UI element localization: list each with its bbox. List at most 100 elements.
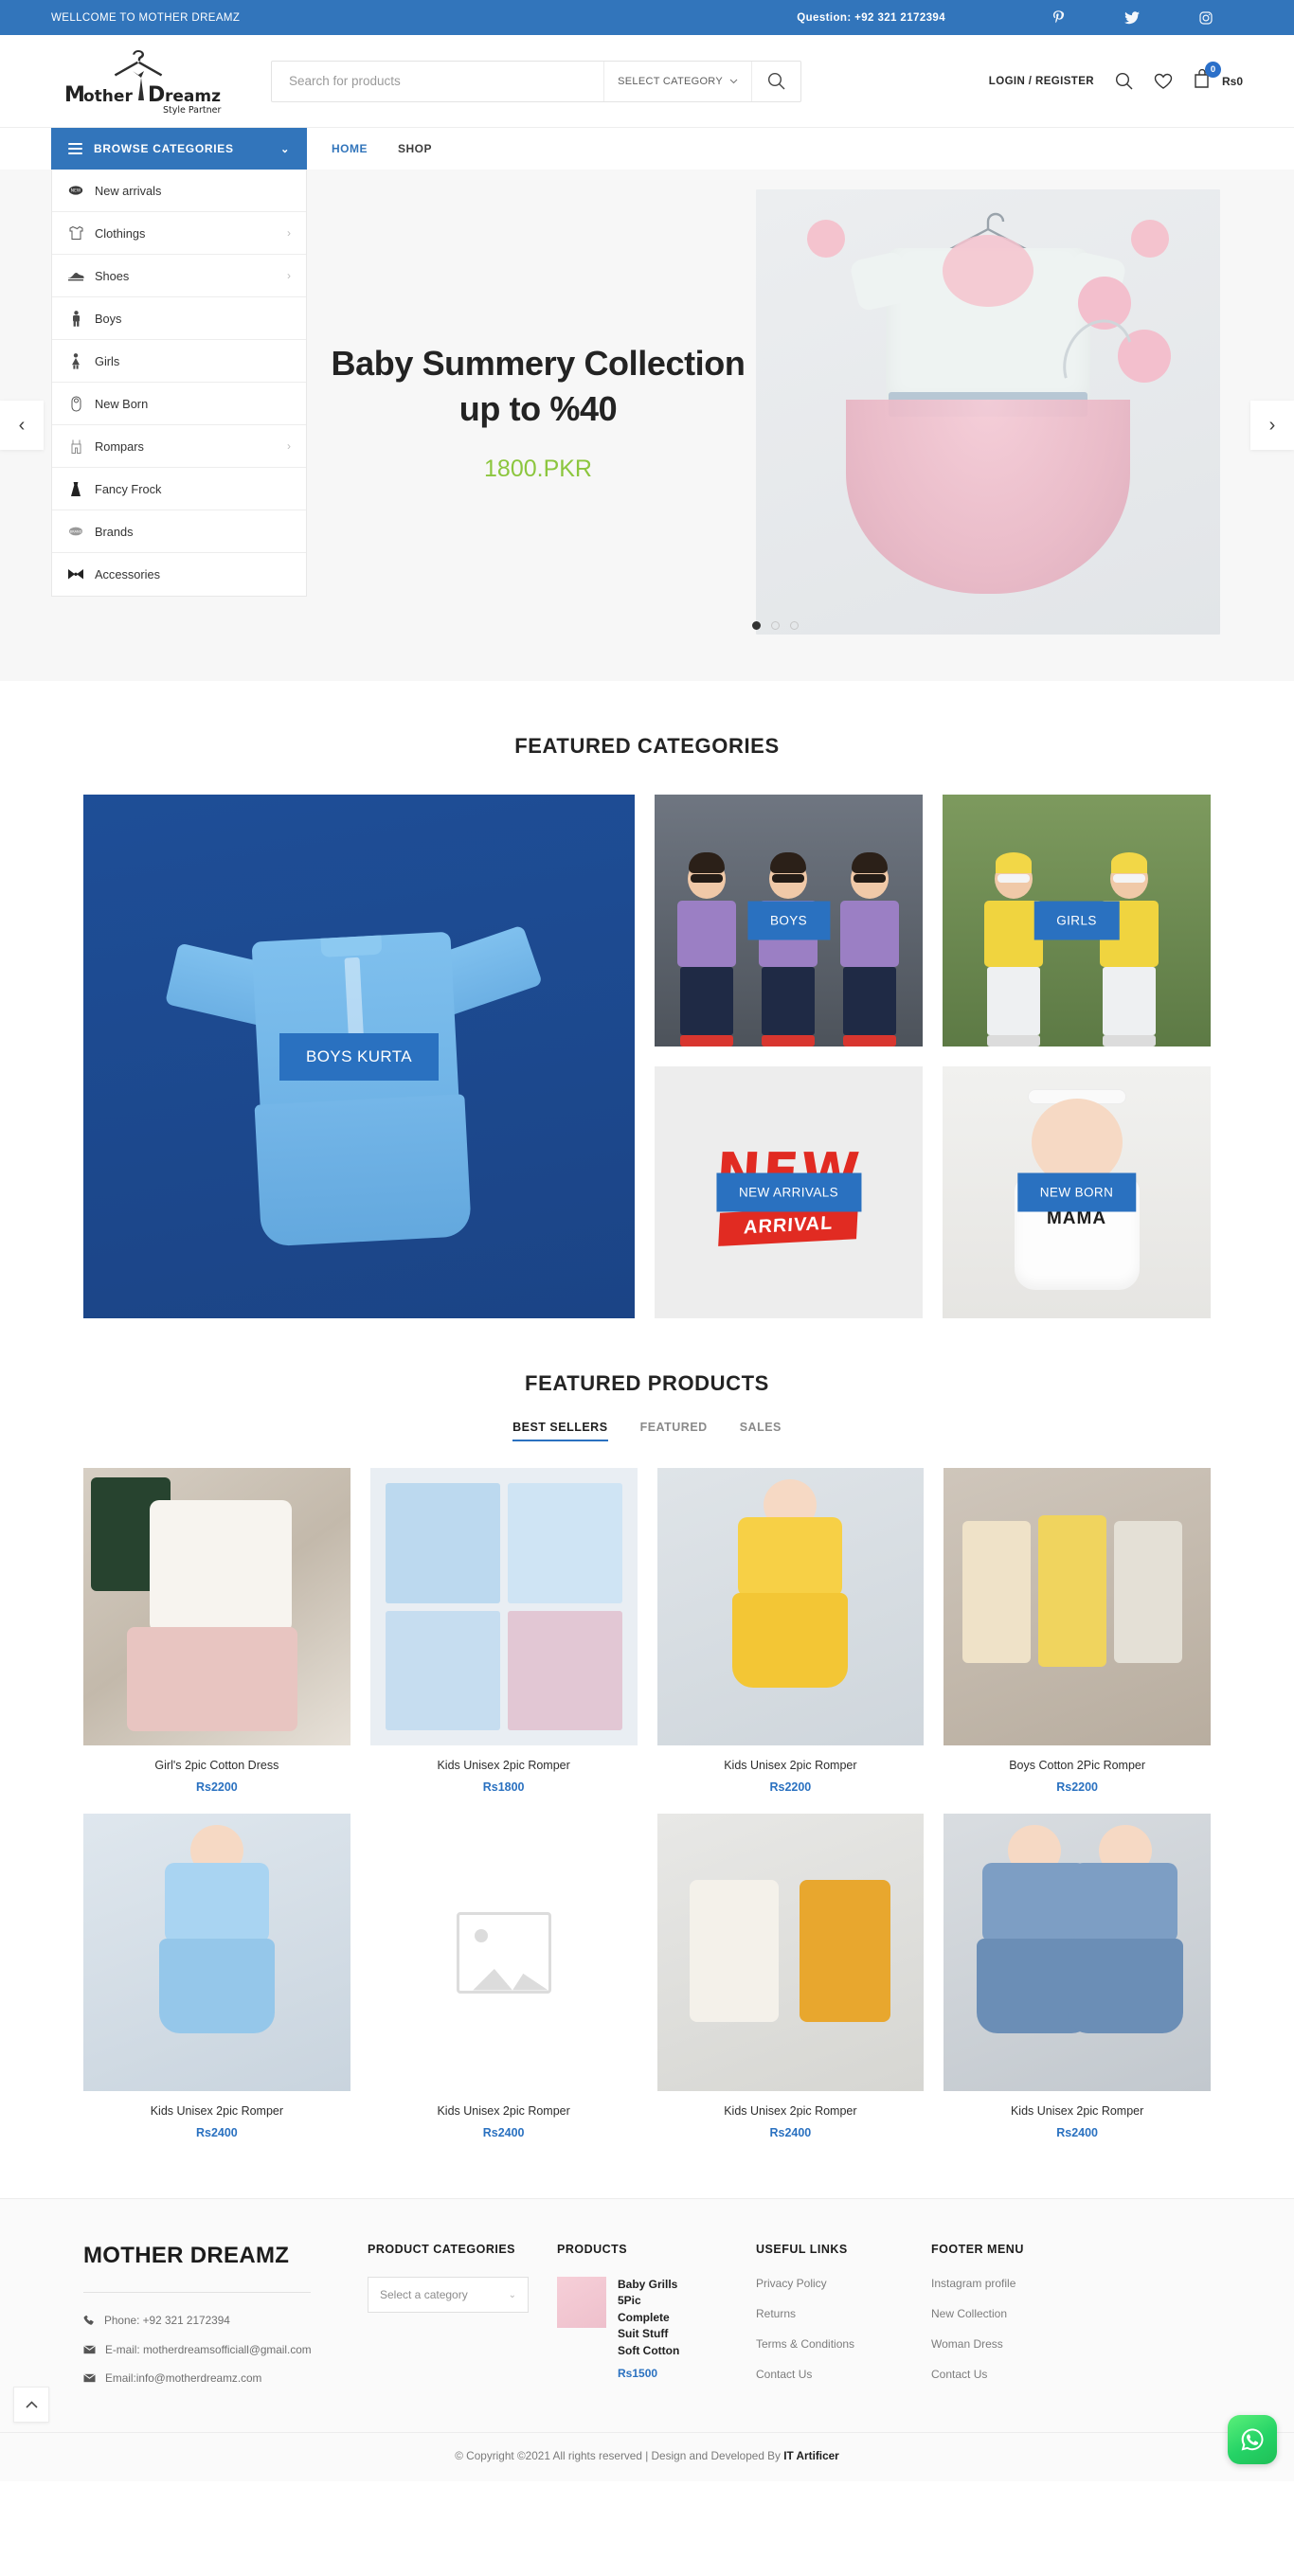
- site-logo[interactable]: M other D reamz Style Partner: [51, 46, 231, 116]
- search-category-select[interactable]: SELECT CATEGORY: [603, 61, 751, 101]
- featured-category-new-born[interactable]: MAMA NEW BORN: [943, 1066, 1211, 1318]
- hero-dot-3[interactable]: [789, 621, 799, 630]
- footer-menu-contact-us[interactable]: Contact Us: [931, 2368, 1102, 2381]
- tab-sales[interactable]: SALES: [740, 1421, 782, 1441]
- product-name: Kids Unisex 2pic Romper: [724, 1759, 857, 1772]
- footer-menu-new-collection[interactable]: New Collection: [931, 2307, 1102, 2320]
- category-label: Shoes: [95, 268, 130, 283]
- product-card[interactable]: Girl's 2pic Cotton Dress Rs2200: [83, 1468, 350, 1794]
- featured-category-new-arrivals[interactable]: NEW ARRIVAL NEW ARRIVALS: [655, 1066, 923, 1318]
- search-icon: [767, 72, 785, 90]
- featured-category-boys[interactable]: BOYS: [655, 795, 923, 1046]
- product-name: Kids Unisex 2pic Romper: [437, 2104, 570, 2118]
- category-item-clothings[interactable]: Clothings ›: [52, 212, 306, 255]
- category-item-new-born[interactable]: New Born: [52, 383, 306, 425]
- instagram-icon[interactable]: [1169, 10, 1243, 25]
- category-item-rompars[interactable]: Rompars ›: [52, 425, 306, 468]
- boy-figure-2: [753, 852, 823, 1046]
- whatsapp-button[interactable]: [1228, 2415, 1277, 2464]
- scroll-to-top-button[interactable]: [13, 2387, 49, 2423]
- wishlist-heart-icon[interactable]: [1154, 73, 1173, 90]
- featured-category-label: BOYS KURTA: [279, 1032, 440, 1081]
- new-badge-icon: NEW: [67, 183, 84, 198]
- product-card[interactable]: Boys Cotton 2Pic Romper Rs2200: [944, 1468, 1211, 1794]
- footer-product-item[interactable]: Baby Grills 5Pic Complete Suit Stuff Sof…: [557, 2277, 756, 2380]
- footer-link-terms[interactable]: Terms & Conditions: [756, 2337, 931, 2351]
- search-bar[interactable]: SELECT CATEGORY: [271, 60, 801, 102]
- category-item-accessories[interactable]: Accessories: [52, 553, 306, 596]
- product-price: Rs2200: [1056, 1780, 1099, 1794]
- header-search-icon[interactable]: [1115, 72, 1133, 90]
- tab-featured[interactable]: FEATURED: [640, 1421, 708, 1441]
- search-submit-button[interactable]: [751, 61, 800, 101]
- featured-categories-title: FEATURED CATEGORIES: [514, 734, 780, 758]
- hero-headband-graphic: [1050, 277, 1188, 419]
- romper-icon: [67, 438, 84, 455]
- nav-link-home[interactable]: HOME: [332, 142, 368, 155]
- product-image: [369, 1468, 638, 1745]
- category-label: Clothings: [95, 225, 146, 241]
- category-item-fancy-frock[interactable]: Fancy Frock: [52, 468, 306, 510]
- product-price: Rs2200: [769, 1780, 812, 1794]
- search-input[interactable]: [272, 61, 604, 101]
- product-card[interactable]: Kids Unisex 2pic Romper Rs2400: [944, 1814, 1211, 2139]
- footer-email-2: Email:info@motherdreamz.com: [83, 2371, 368, 2386]
- hero-dot-2[interactable]: [770, 621, 780, 630]
- footer-email-1-text: E-mail: motherdreamsofficiall@gmail.com: [105, 2343, 312, 2356]
- category-label: Girls: [95, 353, 120, 368]
- featured-categories-grid: BOYS KURTA BOYS GIRLS NEW ARRIVAL NE: [0, 795, 1294, 1318]
- girl-icon: [67, 352, 84, 369]
- hero-dot-1[interactable]: [751, 621, 761, 630]
- boy-figure-3: [835, 852, 905, 1046]
- copyright-text: © Copyright ©2021 All rights reserved | …: [455, 2449, 784, 2462]
- product-name: Kids Unisex 2pic Romper: [724, 2104, 857, 2118]
- product-card[interactable]: Kids Unisex 2pic Romper Rs2400: [656, 1814, 925, 2139]
- category-item-boys[interactable]: Boys: [52, 297, 306, 340]
- footer-email-1: E-mail: motherdreamsofficiall@gmail.com: [83, 2343, 368, 2357]
- footer-link-privacy-policy[interactable]: Privacy Policy: [756, 2277, 931, 2290]
- category-item-shoes[interactable]: Shoes ›: [52, 255, 306, 297]
- footer-link-returns[interactable]: Returns: [756, 2307, 931, 2320]
- footer-rule: [83, 2292, 311, 2293]
- category-item-brands[interactable]: BRAND Brands: [52, 510, 306, 553]
- product-card[interactable]: Kids Unisex 2pic Romper Rs2200: [656, 1468, 925, 1794]
- category-item-new-arrivals[interactable]: NEW New arrivals: [52, 170, 306, 212]
- product-image-placeholder: [369, 1814, 638, 2091]
- svg-text:Style Partner: Style Partner: [163, 105, 222, 116]
- browse-categories-button[interactable]: BROWSE CATEGORIES ⌄: [51, 128, 307, 170]
- boy-icon: [67, 310, 84, 327]
- twitter-icon[interactable]: [1095, 10, 1169, 25]
- tab-best-sellers[interactable]: BEST SELLERS: [512, 1421, 608, 1441]
- category-item-girls[interactable]: Girls: [52, 340, 306, 383]
- product-image: [944, 1814, 1211, 2091]
- footer-category-select[interactable]: Select a category ⌄: [368, 2277, 529, 2313]
- featured-category-boys-kurta[interactable]: BOYS KURTA: [83, 795, 635, 1318]
- footer-product-price: Rs1500: [618, 2366, 658, 2380]
- phone-icon: [83, 2315, 95, 2329]
- cart-button[interactable]: 0 Rs0: [1194, 62, 1243, 94]
- footer-phone-text: Phone: +92 321 2172394: [104, 2314, 230, 2327]
- footer-link-contact-us[interactable]: Contact Us: [756, 2368, 931, 2381]
- pinterest-icon[interactable]: [1021, 10, 1095, 25]
- login-register-link[interactable]: LOGIN / REGISTER: [989, 76, 1094, 87]
- footer-menu-instagram-profile[interactable]: Instagram profile: [931, 2277, 1102, 2290]
- footer-menu-woman-dress[interactable]: Woman Dress: [931, 2337, 1102, 2351]
- svg-text:BRAND: BRAND: [70, 530, 82, 534]
- nav-link-shop[interactable]: SHOP: [398, 142, 432, 155]
- product-card[interactable]: Kids Unisex 2pic Romper Rs1800: [369, 1468, 638, 1794]
- footer-products-heading: PRODUCTS: [557, 2243, 628, 2256]
- browse-categories-label: BROWSE CATEGORIES: [94, 142, 234, 155]
- hero-next-button[interactable]: ›: [1250, 401, 1294, 450]
- category-label: Boys: [95, 311, 122, 326]
- baby-icon: [67, 396, 84, 412]
- hero-slider: Baby Summery Collection up to %40 1800.P…: [307, 170, 1243, 643]
- hero-prev-button[interactable]: ‹: [0, 401, 44, 450]
- girl-figure-2: [1094, 852, 1164, 1046]
- product-card[interactable]: Kids Unisex 2pic Romper Rs2400: [83, 1814, 350, 2139]
- search-category-label: SELECT CATEGORY: [618, 75, 723, 87]
- top-bar: WELLCOME TO MOTHER DREAMZ Question: +92 …: [0, 0, 1294, 35]
- featured-category-girls[interactable]: GIRLS: [943, 795, 1211, 1046]
- question-phone: Question: +92 321 2172394: [797, 11, 945, 24]
- hero-image: [756, 189, 1220, 635]
- product-card[interactable]: Kids Unisex 2pic Romper Rs2400: [369, 1814, 638, 2139]
